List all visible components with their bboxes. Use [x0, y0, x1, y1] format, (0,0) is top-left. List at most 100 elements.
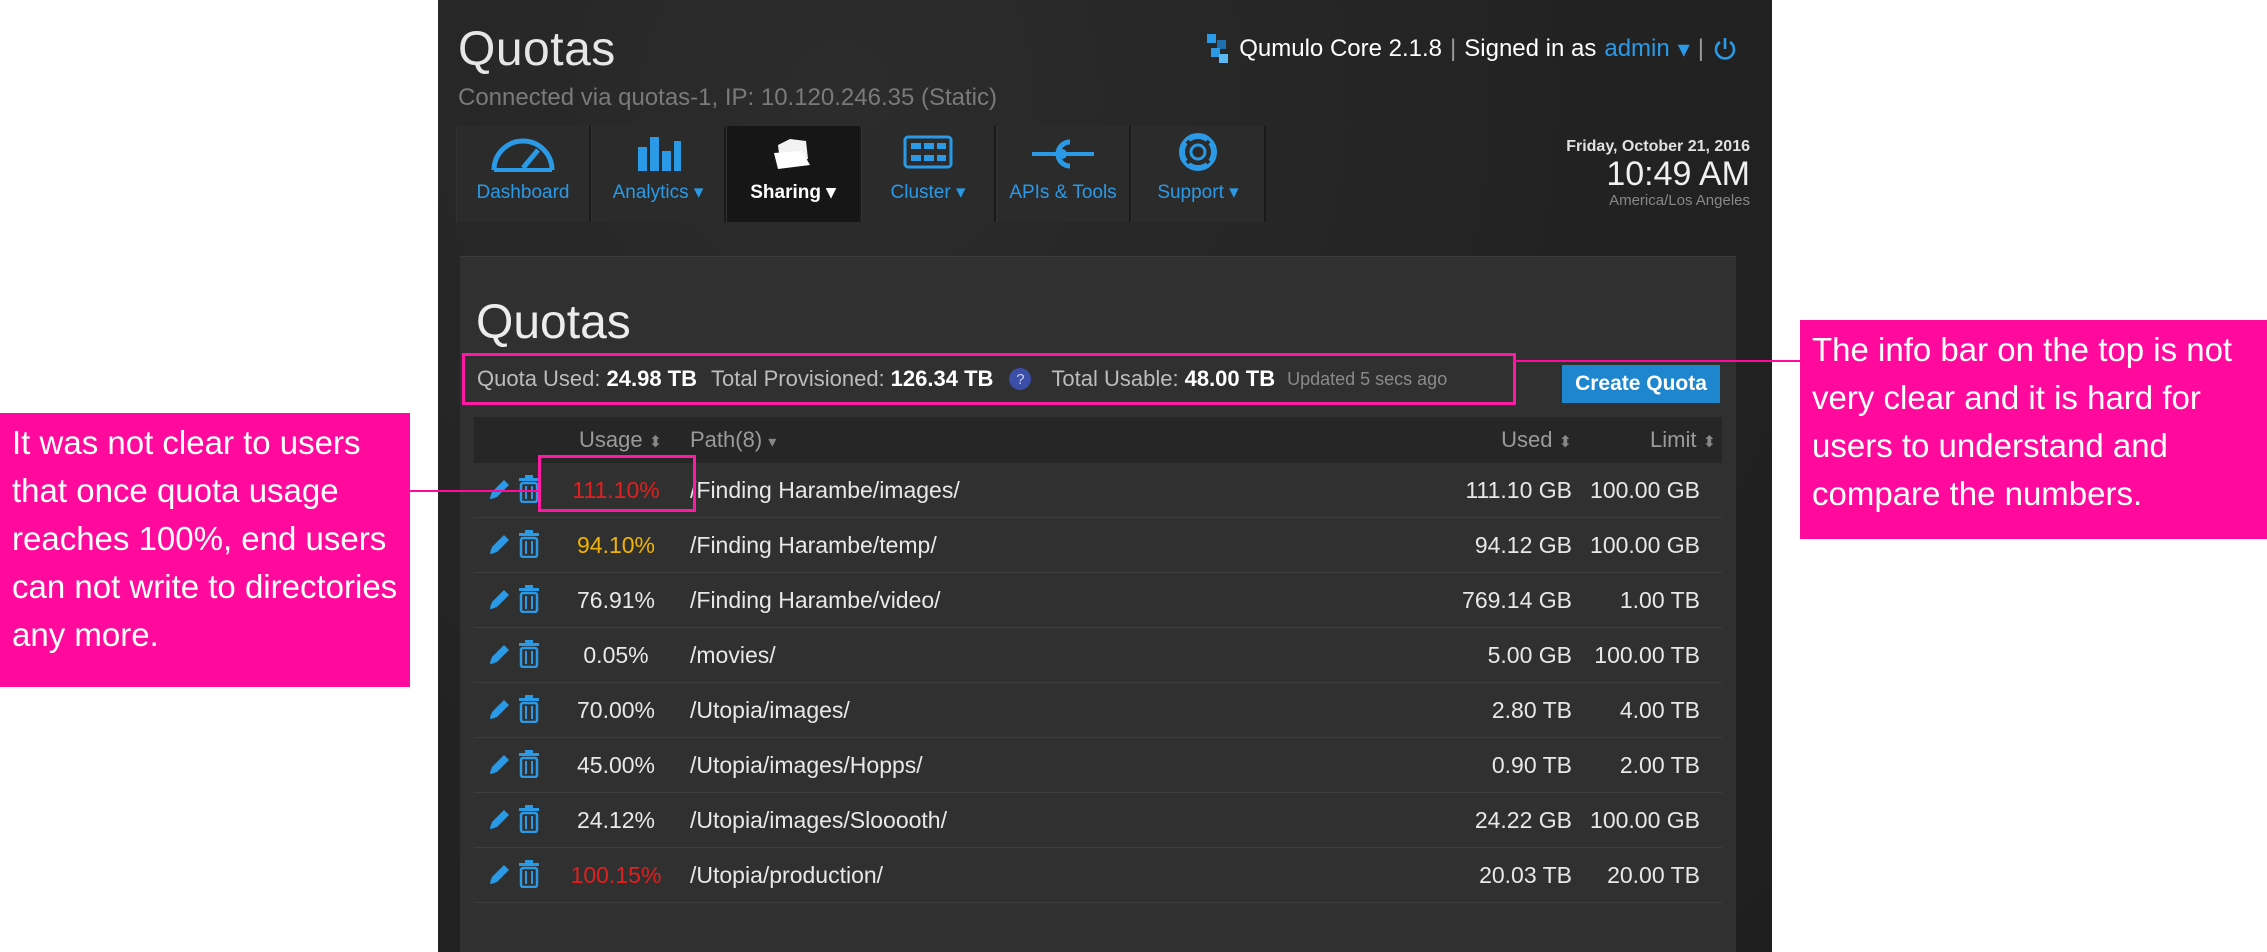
limit-size: 2.00 TB	[1619, 752, 1700, 778]
used-size: 769.14 GB	[1462, 587, 1572, 613]
column-path[interactable]: Path(8) ▾	[690, 427, 776, 453]
nav-label: Sharing ▾	[750, 182, 836, 203]
edit-icon[interactable]	[486, 585, 512, 613]
nav-label: Support ▾	[1157, 182, 1239, 203]
limit-size: 1.00 TB	[1619, 587, 1700, 613]
trash-icon[interactable]	[516, 805, 542, 833]
chevron-down-icon[interactable]: ▾	[768, 434, 776, 451]
callout-connector-right	[1514, 360, 1800, 362]
edit-icon[interactable]	[486, 750, 512, 778]
quota-path[interactable]: /Finding Harambe/video/	[690, 587, 941, 614]
clock: Friday, October 21, 2016 10:49 AM Americ…	[1566, 138, 1750, 209]
trash-icon[interactable]	[516, 585, 542, 613]
chevron-down-icon[interactable]: ▾	[1678, 35, 1690, 64]
usage-percent: 76.91%	[576, 587, 655, 613]
limit-size: 100.00 GB	[1590, 807, 1700, 833]
quota-path[interactable]: /Finding Harambe/temp/	[690, 532, 937, 559]
edit-icon[interactable]	[486, 640, 512, 668]
column-used[interactable]: Used ⬍	[1501, 427, 1572, 453]
usage-percent: 45.00%	[576, 752, 655, 778]
used-size: 111.10 GB	[1465, 477, 1572, 503]
nav-cluster[interactable]: Cluster ▾	[861, 126, 996, 222]
table-row: 100.15% /Utopia/production/20.03 TB 20.00 …	[474, 848, 1722, 903]
column-limit[interactable]: Limit ⬍	[1650, 427, 1716, 453]
nav-dashboard[interactable]: Dashboard	[456, 126, 591, 222]
user-menu[interactable]: admin	[1604, 35, 1669, 63]
sort-icon[interactable]: ⬍	[1703, 434, 1716, 451]
clock-time: 10:49 AM	[1606, 155, 1750, 193]
help-icon[interactable]: ?	[1009, 368, 1032, 390]
annotation-left: It was not clear to users that once quot…	[0, 413, 410, 687]
create-quota-button[interactable]: Create Quota	[1562, 365, 1720, 403]
nav-sharing[interactable]: Sharing ▾	[726, 126, 861, 222]
callout-connector-left	[406, 490, 538, 492]
nav-support[interactable]: Support ▾	[1131, 126, 1266, 222]
used-size: 24.22 GB	[1474, 807, 1572, 833]
sort-icon[interactable]: ⬍	[1559, 434, 1572, 451]
main-nav: Dashboard Analytics ▾ Sharing ▾ Cluster …	[456, 126, 1266, 222]
trash-icon[interactable]	[516, 750, 542, 778]
provisioned-value: 126.34 TB	[890, 366, 994, 391]
trash-icon[interactable]	[516, 695, 542, 723]
used-size: 5.00 GB	[1487, 642, 1572, 668]
edit-icon[interactable]	[486, 860, 512, 888]
nav-analytics[interactable]: Analytics ▾	[591, 126, 726, 222]
usage-percent: 94.10%	[576, 532, 655, 558]
power-icon[interactable]	[1712, 36, 1738, 62]
limit-size: 20.00 TB	[1607, 862, 1700, 888]
connection-info: Connected via quotas-1, IP: 10.120.246.3…	[458, 84, 998, 111]
quota-path[interactable]: /movies/	[690, 642, 776, 669]
usage-percent: 0.05%	[583, 642, 649, 668]
plug-icon	[1032, 139, 1094, 169]
quota-path[interactable]: /Finding Harambe/images/	[690, 477, 960, 504]
quota-path[interactable]: /Utopia/production/	[690, 862, 883, 889]
table-row: 76.91% /Finding Harambe/video/769.14 GB 1.…	[474, 573, 1722, 628]
server-icon	[903, 135, 953, 169]
quota-used-value: 24.98 TB	[606, 366, 698, 391]
edit-icon[interactable]	[486, 530, 512, 558]
usable-label: Total Usable:	[1051, 366, 1179, 391]
trash-icon[interactable]	[516, 860, 542, 888]
bar-chart-icon	[638, 137, 681, 171]
nav-label: Dashboard	[476, 182, 570, 203]
provisioned-label: Total Provisioned:	[711, 366, 885, 391]
qumulo-logo-icon	[1207, 34, 1229, 63]
usage-percent: 24.12%	[576, 807, 655, 833]
lifebuoy-icon	[1179, 133, 1217, 171]
table-row: 94.10% /Finding Harambe/temp/94.12 GB 100.…	[474, 518, 1722, 573]
column-path-label: Path(8)	[690, 427, 763, 452]
usage-highlight-box	[538, 455, 696, 512]
nav-label: Cluster ▾	[890, 182, 966, 203]
column-usage[interactable]: Usage ⬍	[579, 427, 662, 453]
usage-percent: 100.15%	[570, 862, 662, 888]
used-size: 2.80 TB	[1491, 697, 1572, 723]
folders-icon	[774, 139, 810, 169]
trash-icon[interactable]	[516, 640, 542, 668]
table-row: 24.12% /Utopia/images/Slooooth/24.22 GB 10…	[474, 793, 1722, 848]
used-size: 20.03 TB	[1479, 862, 1572, 888]
column-usage-label: Usage	[579, 427, 643, 452]
edit-icon[interactable]	[486, 475, 512, 503]
sort-icon[interactable]: ⬍	[649, 434, 662, 451]
nav-label: APIs & Tools	[1009, 182, 1117, 203]
edit-icon[interactable]	[486, 695, 512, 723]
separator: |	[1450, 35, 1457, 62]
top-right-bar: Qumulo Core 2.1.8 | Signed in as admin ▾…	[1207, 34, 1738, 64]
quota-used-label: Quota Used:	[477, 366, 601, 391]
edit-icon[interactable]	[486, 805, 512, 833]
limit-size: 100.00 TB	[1594, 642, 1700, 668]
table-body: 111.10%/Finding Harambe/images/111.10 GB…	[474, 463, 1722, 903]
quota-path[interactable]: /Utopia/images/Slooooth/	[690, 807, 947, 834]
nav-label: Analytics ▾	[612, 182, 704, 203]
clock-date: Friday, October 21, 2016	[1566, 138, 1750, 155]
table-row: 0.05% /movies/5.00 GB 100.00 TB	[474, 628, 1722, 683]
trash-icon[interactable]	[516, 530, 542, 558]
table-row: 45.00% /Utopia/images/Hopps/0.90 TB 2.00 T…	[474, 738, 1722, 793]
used-size: 94.12 GB	[1474, 532, 1572, 558]
column-limit-label: Limit	[1650, 427, 1697, 452]
quota-path[interactable]: /Utopia/images/Hopps/	[690, 752, 923, 779]
quota-path[interactable]: /Utopia/images/	[690, 697, 850, 724]
nav-apis-tools[interactable]: APIs & Tools	[996, 126, 1131, 222]
limit-size: 100.00 GB	[1590, 477, 1700, 503]
clock-timezone: America/Los Angeles	[1609, 192, 1750, 209]
